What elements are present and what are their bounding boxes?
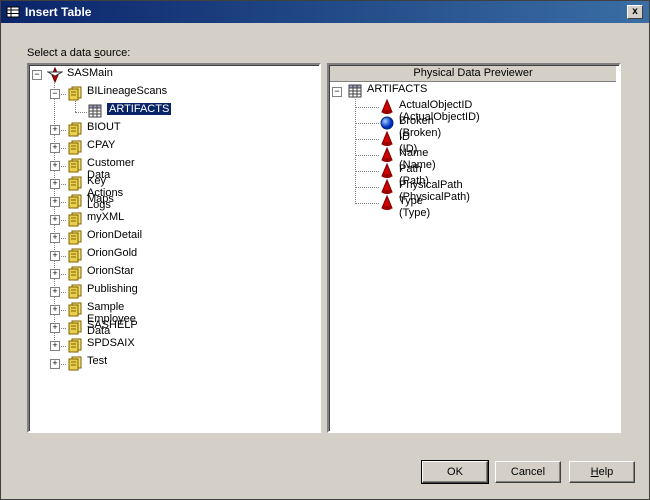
library-icon	[68, 176, 82, 191]
ok-button[interactable]: OK	[421, 460, 489, 484]
character-column-icon	[381, 147, 393, 162]
character-column-icon	[381, 195, 393, 210]
library-expander[interactable]: +	[50, 161, 60, 171]
library-expander[interactable]: +	[50, 233, 60, 243]
insert-table-dialog: Insert Table x Select a data source: − SA…	[0, 0, 650, 500]
library-expander[interactable]: +	[50, 215, 60, 225]
tree-node-library[interactable]: myXML	[87, 211, 124, 223]
library-icon	[68, 266, 82, 281]
help-button[interactable]: Help	[569, 461, 635, 483]
library-expander[interactable]: +	[50, 179, 60, 189]
library-icon	[68, 86, 82, 101]
library-icon	[68, 158, 82, 173]
tree-node-library[interactable]: SASHELP	[87, 319, 138, 331]
root-expander[interactable]: −	[32, 70, 42, 80]
data-source-tree-panel[interactable]: − SASMain − BILineageScans ARTIFACTS + BIOUT + C…	[27, 63, 321, 433]
preview-node-artifacts[interactable]: ARTIFACTS	[367, 83, 427, 95]
character-column-icon	[381, 131, 393, 146]
library-expander[interactable]: +	[50, 143, 60, 153]
server-icon	[47, 67, 63, 83]
library-expander[interactable]: +	[50, 323, 60, 333]
artifacts-expander[interactable]: −	[332, 87, 342, 97]
window-title: Insert Table	[25, 5, 92, 19]
library-icon	[68, 302, 82, 317]
library-expander[interactable]: +	[50, 269, 60, 279]
tree-node-library[interactable]: Test	[87, 355, 107, 367]
preview-column[interactable]: Type (Type)	[399, 195, 430, 219]
library-expander[interactable]: +	[50, 287, 60, 297]
data-source-label: Select a data source:	[27, 47, 131, 59]
library-expander[interactable]: +	[50, 341, 60, 351]
tree-node-artifacts[interactable]: ARTIFACTS	[105, 102, 173, 116]
close-button[interactable]: x	[627, 5, 643, 19]
library-icon	[68, 338, 82, 353]
title-bar: Insert Table x	[1, 1, 649, 23]
library-icon	[68, 248, 82, 263]
numeric-column-icon	[380, 116, 394, 130]
character-column-icon	[381, 179, 393, 194]
tree-node-library[interactable]: BIOUT	[87, 121, 121, 133]
tree-node-library[interactable]: CPAY	[87, 139, 115, 151]
tree-node-sasmain[interactable]: SASMain	[67, 67, 113, 79]
previewer-header: Physical Data Previewer	[330, 66, 616, 82]
tree-node-library[interactable]: Publishing	[87, 283, 138, 295]
library-icon	[68, 140, 82, 155]
character-column-icon	[381, 163, 393, 178]
tree-node-library[interactable]: OrionGold	[87, 247, 137, 259]
library-expander[interactable]: +	[50, 197, 60, 207]
library-icon	[68, 320, 82, 335]
bilineagescans-expander[interactable]: −	[50, 89, 60, 99]
physical-data-previewer-panel: Physical Data Previewer − ARTIFACTS Actual…	[327, 63, 621, 433]
library-icon	[68, 194, 82, 209]
cancel-button[interactable]: Cancel	[495, 461, 561, 483]
tree-node-library[interactable]: SPDSAIX	[87, 337, 135, 349]
table-icon	[6, 6, 20, 18]
library-icon	[68, 230, 82, 245]
character-column-icon	[381, 99, 393, 114]
library-icon	[68, 122, 82, 137]
library-expander[interactable]: +	[50, 305, 60, 315]
table-icon	[88, 104, 102, 118]
library-icon	[68, 356, 82, 371]
library-icon	[68, 284, 82, 299]
tree-node-library[interactable]: OrionStar	[87, 265, 134, 277]
library-expander[interactable]: +	[50, 125, 60, 135]
tree-node-bilineagescans[interactable]: BILineageScans	[87, 85, 167, 97]
table-icon	[348, 84, 362, 98]
tree-node-library[interactable]: Maps	[87, 193, 114, 205]
library-expander[interactable]: +	[50, 251, 60, 261]
tree-node-library[interactable]: OrionDetail	[87, 229, 142, 241]
library-icon	[68, 212, 82, 227]
library-expander[interactable]: +	[50, 359, 60, 369]
